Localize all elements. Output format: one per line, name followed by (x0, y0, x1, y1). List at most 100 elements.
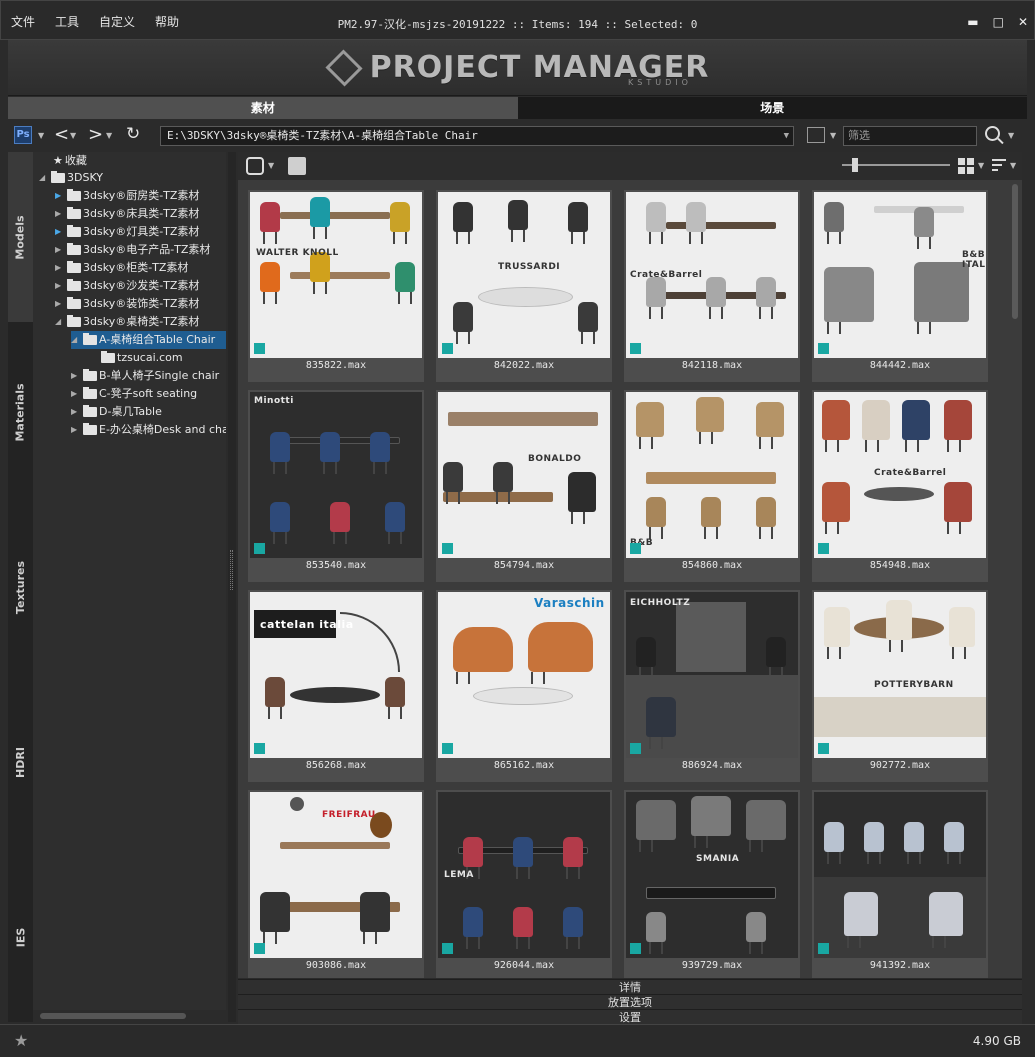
ps-dropdown-icon[interactable]: ▼ (38, 131, 44, 140)
panel-details[interactable]: 详情 (238, 979, 1022, 994)
panel-placement-options[interactable]: 放置选项 (238, 994, 1022, 1009)
tree-subfolder[interactable]: ▶ C-凳子soft seating (71, 385, 197, 403)
splitter-grip[interactable] (230, 550, 233, 590)
maximize-icon[interactable]: □ (993, 15, 1004, 29)
tree-file[interactable]: tzsucai.com (101, 349, 183, 367)
side-tab-materials[interactable]: Materials (8, 322, 33, 502)
forward-dropdown-icon[interactable]: ▼ (106, 131, 112, 140)
tree-root[interactable]: ◢ 3DSKY (39, 169, 103, 187)
tree-folder[interactable]: ▶ 3dsky®装饰类-TZ素材 (55, 295, 199, 313)
asset-card[interactable]: 941392.max (812, 790, 988, 978)
tree-folder[interactable]: ▶ 3dsky®电子产品-TZ素材 (55, 241, 210, 259)
brand-text: EICHHOLTZ (630, 598, 691, 608)
asset-thumbnail: Crate&Barrel (814, 392, 986, 558)
filter-input[interactable]: 筛选 (843, 126, 977, 146)
sync-icon[interactable] (246, 157, 264, 175)
asset-card[interactable]: cattelan italia 856268.max (248, 590, 424, 782)
grid-vertical-scrollbar[interactable] (1012, 184, 1018, 319)
asset-card[interactable]: BONALDO 854794.max (436, 390, 612, 582)
tree-folder[interactable]: ▶ 3dsky®床具类-TZ素材 (55, 205, 199, 223)
grid-view-icon[interactable] (958, 158, 974, 174)
back-dropdown-icon[interactable]: ▼ (70, 131, 76, 140)
brand-text: LEMA (444, 870, 474, 880)
sync-dropdown-icon[interactable]: ▼ (268, 161, 274, 170)
collapsed-arrow-icon[interactable]: ▶ (55, 259, 65, 277)
asset-label: 842022.max (493, 360, 555, 371)
expanded-arrow-icon[interactable]: ◢ (39, 169, 49, 187)
tree-folder[interactable]: ▶ 3dsky®沙发类-TZ素材 (55, 277, 199, 295)
asset-card[interactable]: WALTER KNOLL 835822.max (248, 190, 424, 382)
folder-icon (67, 297, 81, 309)
package-icon[interactable] (288, 157, 306, 175)
tree-folder[interactable]: ◢ 3dsky®桌椅类-TZ素材 (55, 313, 199, 331)
side-tab-models[interactable]: Models (8, 152, 33, 322)
tree-subfolder[interactable]: ▶ B-单人椅子Single chair (71, 367, 219, 385)
collapsed-arrow-icon[interactable]: ▶ (71, 403, 81, 421)
side-tab-textures[interactable]: Textures (8, 502, 33, 672)
collapsed-arrow-icon[interactable]: ▶ (55, 205, 65, 223)
path-input[interactable]: E:\3DSKY\3dsky®桌椅类-TZ素材\A-桌椅组合Table Chai… (160, 126, 794, 146)
collapsed-arrow-icon[interactable]: ▶ (71, 385, 81, 403)
thumbnail-size-slider[interactable] (842, 164, 950, 166)
star-icon[interactable]: ★ (14, 1031, 28, 1050)
view-dropdown-icon[interactable]: ▼ (978, 161, 984, 170)
tree-folder-selected[interactable]: ◢ A-桌椅组合Table Chair (71, 331, 226, 349)
sort-icon[interactable] (992, 159, 1006, 171)
back-icon[interactable]: < (54, 124, 69, 145)
folder-icon (83, 387, 97, 399)
max-file-icon (630, 543, 641, 554)
asset-card[interactable]: LEMA 926044.max (436, 790, 612, 978)
collapsed-arrow-icon[interactable]: ▶ (55, 241, 65, 259)
asset-card[interactable]: Minotti 853540.max (248, 390, 424, 582)
panel-settings[interactable]: 设置 (238, 1009, 1022, 1024)
tab-assets[interactable]: 素材 (8, 97, 518, 119)
filter-dropdown-icon[interactable]: ▼ (830, 131, 836, 140)
tree-subfolder[interactable]: ▶ E-办公桌椅Desk and chair (71, 421, 226, 439)
close-icon[interactable]: ✕ (1018, 15, 1028, 29)
side-tab-hdri[interactable]: HDRI (8, 672, 33, 852)
asset-card[interactable]: B&B 854860.max (624, 390, 800, 582)
tree-folder[interactable]: ▶ 3dsky®柜类-TZ素材 (55, 259, 188, 277)
collapsed-arrow-icon[interactable]: ▶ (71, 367, 81, 385)
max-file-icon (442, 943, 453, 954)
collapsed-arrow-icon[interactable]: ▶ (55, 277, 65, 295)
max-file-icon (818, 543, 829, 554)
minimize-icon[interactable]: ▬ (967, 15, 978, 29)
asset-card[interactable]: Crate&Barrel 842118.max (624, 190, 800, 382)
collapsed-arrow-icon[interactable]: ▶ (71, 421, 81, 439)
side-tab-ies[interactable]: IES (8, 852, 33, 1022)
filter-toggle-icon[interactable] (807, 127, 825, 143)
reload-icon[interactable]: ↻ (126, 124, 140, 144)
slider-handle[interactable] (852, 158, 858, 172)
expanded-arrow-icon[interactable]: ◢ (71, 331, 81, 349)
max-file-icon (818, 743, 829, 754)
sort-dropdown-icon[interactable]: ▼ (1010, 161, 1016, 170)
search-dropdown-icon[interactable]: ▼ (1008, 131, 1014, 140)
collapsed-arrow-icon[interactable]: ▶ (55, 295, 65, 313)
asset-card[interactable]: Crate&Barrel 854948.max (812, 390, 988, 582)
asset-card[interactable]: EICHHOLTZ 886924.max (624, 590, 800, 782)
tree-folder[interactable]: ▶ 3dsky®灯具类-TZ素材 (55, 223, 199, 241)
collapsed-arrow-icon[interactable]: ▶ (55, 187, 65, 205)
folder-tree: ★ 收藏 ◢ 3DSKY ▶ 3dsky®厨房类-TZ素材 ▶ 3dsky®床具类-… (33, 152, 226, 1010)
tree-folder[interactable]: ▶ 3dsky®厨房类-TZ素材 (55, 187, 199, 205)
asset-card[interactable]: TRUSSARDI 842022.max (436, 190, 612, 382)
tab-scenes[interactable]: 场景 (517, 97, 1027, 119)
search-icon[interactable] (985, 126, 1000, 141)
tree-subfolder[interactable]: ▶ D-桌几Table (71, 403, 162, 421)
photoshop-icon[interactable]: Ps (14, 126, 32, 144)
asset-card[interactable]: Varaschin 865162.max (436, 590, 612, 782)
expanded-arrow-icon[interactable]: ◢ (55, 313, 65, 331)
side-tabs: Models Materials Textures HDRI IES (8, 152, 33, 1022)
forward-icon[interactable]: > (88, 124, 103, 145)
path-dropdown-icon[interactable]: ▼ (784, 127, 789, 145)
asset-card[interactable]: FREIFRAU 903086.max (248, 790, 424, 978)
tree-horizontal-scrollbar[interactable] (40, 1013, 186, 1019)
tree-favorites[interactable]: ★ 收藏 (53, 152, 87, 170)
asset-thumbnail: cattelan italia (250, 592, 422, 758)
asset-card[interactable]: B&B ITALIA 844442.max (812, 190, 988, 382)
collapsed-arrow-icon[interactable]: ▶ (55, 223, 65, 241)
max-file-icon (442, 343, 453, 354)
asset-card[interactable]: POTTERYBARN 902772.max (812, 590, 988, 782)
asset-card[interactable]: SMANIA 939729.max (624, 790, 800, 978)
